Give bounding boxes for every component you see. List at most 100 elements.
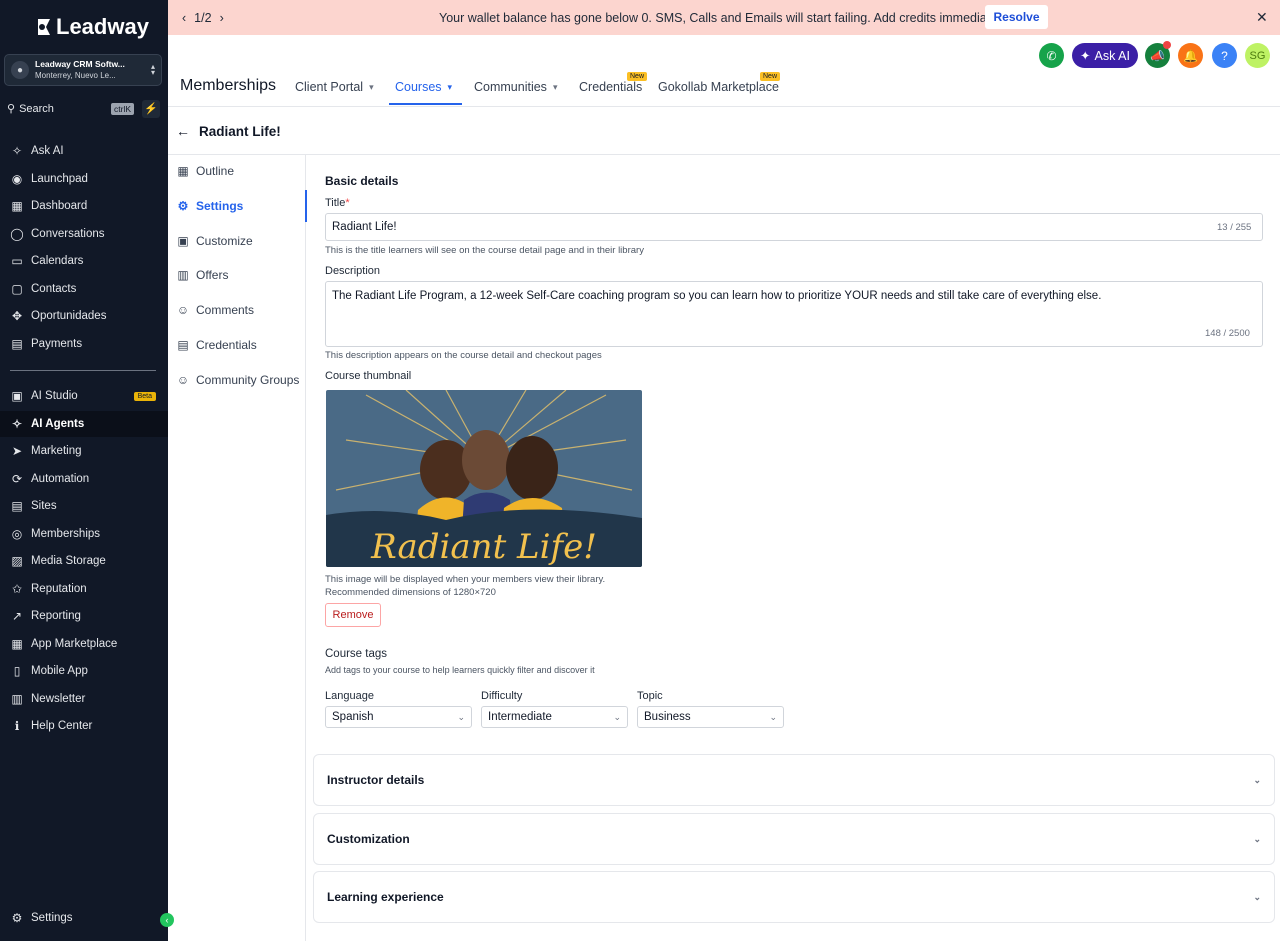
sidebar-item-marketing[interactable]: ➤ Marketing [0,438,168,464]
chevron-down-icon: ▾ [447,81,453,92]
chevron-down-icon: ▾ [552,81,558,92]
sidebar-item-ask-ai[interactable]: ✧ Ask AI [0,138,168,164]
search-shortcut: ctrlK [111,102,134,115]
ask-ai-button[interactable]: ✦ Ask AI [1072,43,1138,68]
bell-icon[interactable]: 🔔 [1178,43,1203,68]
sidebar-item-help-center[interactable]: ℹ Help Center [0,713,168,739]
description-textarea[interactable]: The Radiant Life Program, a 12-week Self… [325,281,1263,347]
sidebar-item-dashboard[interactable]: ▦ Dashboard [0,193,168,219]
sidebar-item-label: Ask AI [31,145,64,157]
sidebar-item-contacts[interactable]: ▢ Contacts [0,276,168,302]
sidebar-item-reporting[interactable]: ↗ Reporting [0,603,168,629]
tab-courses[interactable]: Courses ▾ [395,80,452,94]
automation-icon: ⟳ [11,471,23,486]
search-label: Search [19,102,54,115]
reporting-icon: ↗ [11,609,23,623]
sidebar-item-mobile-app[interactable]: ▯ Mobile App [0,658,168,684]
title-label: Title* [325,197,350,209]
chevron-down-icon: ⌄ [1253,833,1261,844]
sidebar-item-ai-agents[interactable]: ✧ AI Agents [0,410,168,437]
contacts-icon: ▢ [11,281,23,296]
sparkle-icon: ✦ [1080,49,1091,63]
sidebar-item-label: Contacts [31,282,77,295]
sidebar-item-label: Newsletter [31,692,86,705]
resolve-button[interactable]: Resolve [985,5,1048,29]
sidebar-item-ai-studio[interactable]: ▣ AI Studio Beta [0,383,168,409]
subnav-item-label: Customize [196,233,253,248]
tab-client-portal[interactable]: Client Portal ▾ [295,80,374,94]
thumbnail-help-1: This image will be displayed when your m… [325,574,606,585]
title-input[interactable]: Radiant Life! [325,213,1263,241]
difficulty-value: Intermediate [488,711,552,723]
account-switcher[interactable]: ● Leadway CRM Softw... Monterrey, Nuevo … [4,54,162,86]
sites-icon: ▤ [11,499,23,513]
sidebar-item-settings[interactable]: ⚙ Settings [0,905,168,931]
announcement-icon[interactable]: 📣 [1145,41,1171,68]
avatar[interactable]: SG [1245,43,1270,68]
subnav-item-customize[interactable]: ▣ Customize [168,225,306,257]
accordion-label: Learning experience [327,890,444,904]
sidebar-item-label: Marketing [31,445,82,457]
users-icon: ☺ [176,303,190,318]
accordion-label: Instructor details [327,773,425,787]
subnav-item-community-groups[interactable]: ☺ Community Groups [168,364,306,396]
accordion-customization[interactable]: Customization ⌄ [313,813,1275,865]
opportunities-icon: ✥ [11,309,23,323]
sidebar-item-label: Media Storage [31,555,106,567]
difficulty-select[interactable]: Intermediate ⌄ [481,706,628,728]
sparkle-icon: ✧ [11,144,23,158]
sidebar-item-automation[interactable]: ⟳ Automation [0,466,168,492]
subnav-item-settings[interactable]: ⚙ Settings [168,189,307,222]
back-arrow-icon[interactable]: ← [176,123,190,139]
sidebar-item-calendars[interactable]: ▭ Calendars [0,248,168,274]
course-subnav: ▦ Outline ⚙ Settings ▣ Customize ▥ Offers ☺ Comme… [168,155,307,941]
language-value: Spanish [332,711,374,723]
sidebar-item-label: Automation [31,472,90,485]
logo[interactable]: Leadway [34,14,149,40]
sidebar-item-sites[interactable]: ▤ Sites [0,493,168,519]
tab-label: Courses [395,80,442,94]
subnav-item-offers[interactable]: ▥ Offers [168,259,306,291]
topic-label: Topic [637,690,663,702]
sidebar-item-launchpad[interactable]: ◉ Launchpad [0,166,168,192]
marketing-icon: ➤ [11,444,23,458]
search-button[interactable]: ⚲ Search ctrlK [4,98,134,119]
prev-icon[interactable]: ‹ [182,11,186,25]
remove-thumbnail-button[interactable]: Remove [325,603,381,627]
sidebar-item-payments[interactable]: ▤ Payments [0,331,168,357]
ai-studio-icon: ▣ [11,389,23,403]
help-icon[interactable]: ? [1212,43,1237,68]
tab-credentials[interactable]: Credentials [579,80,642,94]
chart-icon: ▥ [177,268,189,283]
language-select[interactable]: Spanish ⌄ [325,706,472,728]
sidebar-item-label: Conversations [31,227,105,240]
tab-gokollab-marketplace[interactable]: Gokollab Marketplace [658,80,779,94]
next-icon[interactable]: › [220,11,224,25]
subnav-item-outline[interactable]: ▦ Outline [168,155,306,187]
sidebar-item-oportunidades[interactable]: ✥ Oportunidades [0,303,168,329]
sidebar-item-conversations[interactable]: ◯ Conversations [0,221,168,247]
phone-icon[interactable]: ✆ [1039,43,1064,68]
subnav-item-credentials[interactable]: ▤ Credentials [168,329,306,361]
tab-communities[interactable]: Communities ▾ [474,80,557,94]
accordion-learning-experience[interactable]: Learning experience ⌄ [313,871,1275,923]
sidebar-item-memberships[interactable]: ◎ Memberships [0,521,168,547]
topic-select[interactable]: Business ⌄ [637,706,784,728]
subnav-item-comments[interactable]: ☺ Comments [168,294,306,326]
sidebar-item-reputation[interactable]: ✩ Reputation [0,576,168,602]
wallet-warning-banner: ‹ 1/2 › Your wallet balance has gone bel… [168,0,1280,35]
quick-action-bolt-icon[interactable]: ⚡ [142,100,160,118]
sidebar-item-app-marketplace[interactable]: ▦ App Marketplace [0,631,168,657]
calendar-icon: ▭ [11,254,23,268]
sidebar-item-media-storage[interactable]: ▨ Media Storage [0,548,168,574]
close-icon[interactable]: ✕ [1256,9,1268,26]
title-counter: 13 / 255 [1217,222,1252,233]
ai-agents-icon: ✧ [11,416,23,431]
sidebar-item-newsletter[interactable]: ▥ Newsletter [0,686,168,712]
sidebar-item-label: Reporting [31,610,81,622]
media-icon: ▨ [11,554,23,568]
tab-label: Gokollab Marketplace [658,80,779,94]
course-title: Radiant Life! [199,124,281,139]
group-icon: ☺ [176,372,190,387]
accordion-instructor-details[interactable]: Instructor details ⌄ [313,754,1275,806]
